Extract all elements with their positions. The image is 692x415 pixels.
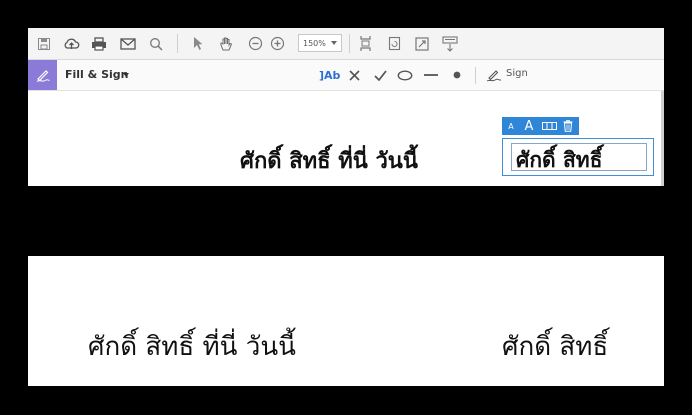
sign-button[interactable]: Sign	[506, 68, 528, 79]
ellipse-icon[interactable]	[396, 67, 414, 83]
output-field-text: ศักดิ์ สิทธิ์	[502, 332, 609, 362]
add-text-tool[interactable]: ] Ab	[319, 67, 340, 83]
checkmark-icon[interactable]	[372, 67, 388, 83]
output-preview: ศักดิ์ สิทธิ์ ที่นี่ วันนี้ ศักดิ์ สิทธิ…	[28, 256, 664, 386]
zoom-value: 150%	[303, 38, 326, 48]
zoom-out-icon[interactable]	[247, 34, 263, 53]
email-icon[interactable]	[119, 34, 137, 53]
hand-icon[interactable]	[218, 34, 234, 53]
scroll-mode-icon[interactable]	[441, 34, 459, 53]
decrease-font-size-button[interactable]: A	[505, 117, 517, 135]
fill-sign-pen-icon[interactable]	[28, 60, 57, 90]
search-icon[interactable]	[148, 34, 164, 53]
fullscreen-icon[interactable]	[414, 34, 430, 53]
text-field-selection[interactable]: ศักดิ์ สิทธิ์	[502, 138, 654, 176]
line-icon[interactable]	[423, 67, 439, 83]
save-icon[interactable]	[36, 34, 52, 53]
zoom-select[interactable]: 150%	[298, 34, 342, 52]
chevron-down-icon	[331, 41, 337, 45]
add-text-label: Ab	[324, 68, 341, 82]
vertical-scrollbar[interactable]	[661, 91, 664, 186]
pointer-icon[interactable]	[191, 34, 205, 53]
cross-mark-icon[interactable]	[347, 67, 361, 83]
dot-icon[interactable]	[451, 67, 463, 83]
fill-sign-menu[interactable]: Fill & Sign	[65, 68, 128, 81]
toolbar-divider	[475, 67, 476, 84]
text-field-value: ศักดิ์ สิทธิ์	[516, 148, 603, 172]
acrobat-window: 150% Fill & Sign ] Ab Sign ศักดิ์ สิทธิ์…	[28, 28, 664, 186]
trash-icon[interactable]	[561, 117, 575, 135]
text-field-input[interactable]: ศักดิ์ สิทธิ์	[511, 143, 647, 172]
crop-icon[interactable]	[357, 34, 373, 53]
fill-sign-toolbar: Fill & Sign ] Ab Sign	[28, 60, 664, 91]
output-text-line: ศักดิ์ สิทธิ์ ที่นี่ วันนี้	[88, 332, 296, 362]
chevron-down-icon	[123, 73, 129, 77]
document-text-line: ศักดิ์ สิทธิ์ ที่นี่ วันนี้	[240, 149, 418, 174]
main-toolbar: 150%	[28, 28, 664, 60]
zoom-in-icon[interactable]	[269, 34, 285, 53]
comb-field-icon[interactable]	[540, 117, 558, 135]
rotate-icon[interactable]	[386, 34, 402, 53]
sign-icon[interactable]	[486, 67, 502, 83]
text-field-toolbar: A A	[502, 117, 579, 135]
upload-icon[interactable]	[62, 34, 80, 53]
increase-font-size-button[interactable]: A	[521, 117, 537, 135]
toolbar-divider	[177, 34, 178, 53]
toolbar-divider	[349, 34, 350, 53]
print-icon[interactable]	[90, 34, 108, 53]
